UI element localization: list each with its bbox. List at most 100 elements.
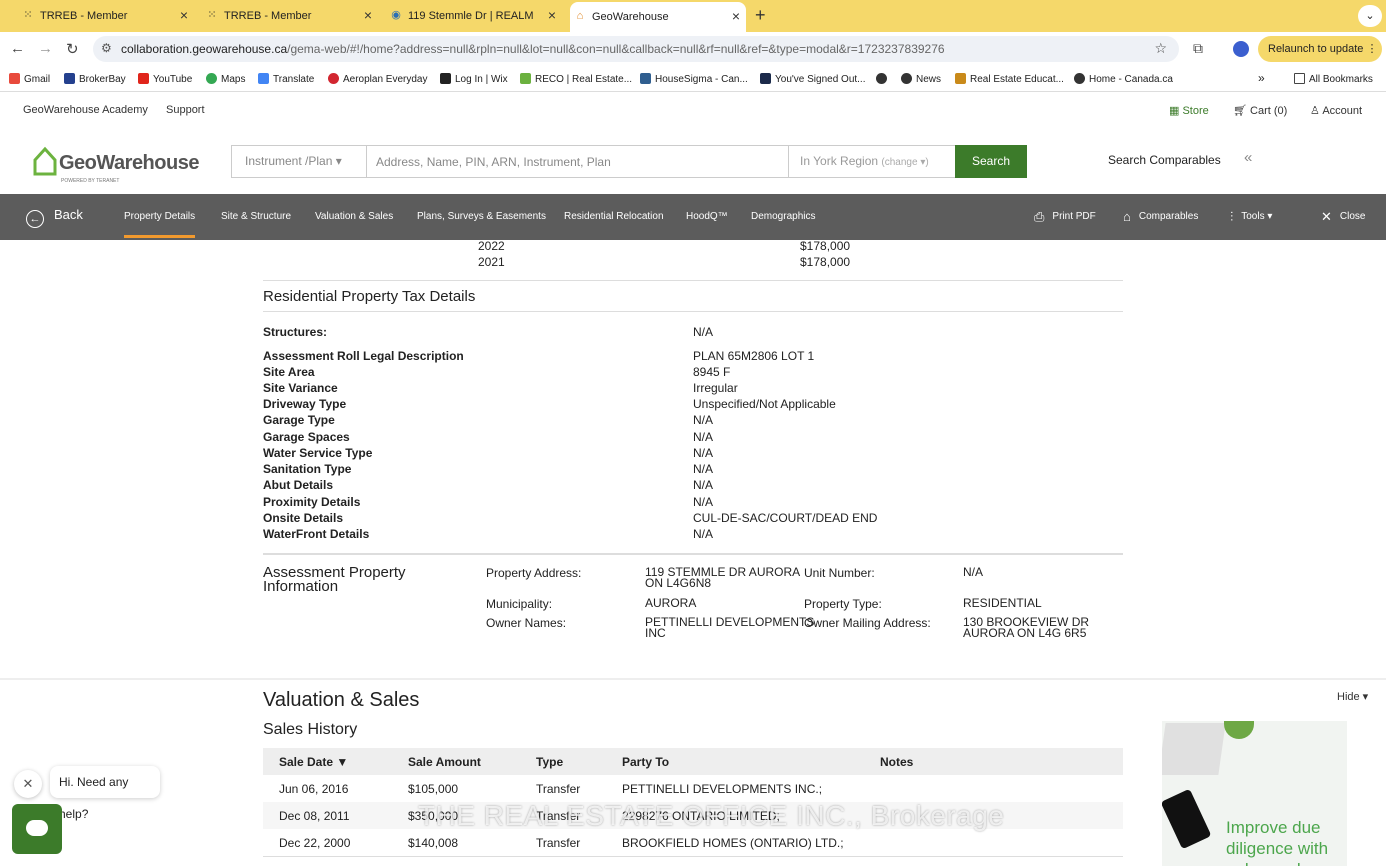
search-input[interactable] xyxy=(367,146,788,177)
valuation-sales-heading: Valuation & Sales xyxy=(263,689,420,711)
site-info-icon[interactable]: ⚙ xyxy=(101,41,112,55)
chat-prompt[interactable]: Hi. Need any help? xyxy=(50,766,160,821)
close-icon[interactable]: × xyxy=(364,7,372,23)
bookmark-globe[interactable] xyxy=(876,73,891,85)
comparables-button[interactable]: ⌂ Comparables xyxy=(1123,209,1198,224)
chat-launcher-button[interactable] xyxy=(12,804,62,854)
detail-value: N/A xyxy=(693,446,714,460)
detail-label: Onsite Details xyxy=(263,511,344,525)
bookmark-signed-out[interactable]: You've Signed Out... xyxy=(760,73,866,85)
globe-icon xyxy=(1074,73,1085,84)
notes-column-header[interactable]: Notes xyxy=(880,755,913,769)
bookmark-housesigma[interactable]: HouseSigma - Can... xyxy=(640,73,748,85)
search-type-dropdown[interactable]: Instrument /Plan ▾ xyxy=(232,146,367,177)
account-link[interactable]: ♙ Account xyxy=(1310,104,1362,117)
all-bookmarks[interactable]: All Bookmarks xyxy=(1294,73,1373,85)
url-field[interactable]: ⚙ collaboration.geowarehouse.ca/gema-web… xyxy=(93,36,1179,62)
browser-tab-active[interactable]: ⌂ GeoWarehouse × xyxy=(570,2,746,32)
back-button[interactable]: ← Back xyxy=(26,207,83,228)
bookmark-youtube[interactable]: YouTube xyxy=(138,73,192,85)
detail-label: Garage Spaces xyxy=(263,430,350,444)
relaunch-button[interactable]: Relaunch to update ⋮ xyxy=(1258,36,1382,62)
search-button[interactable]: Search xyxy=(955,145,1027,178)
promo-banner[interactable]: Improve duediligence withenhanced xyxy=(1162,721,1347,866)
detail-label: Sanitation Type xyxy=(263,462,352,476)
change-region-link[interactable]: (change ▾) xyxy=(881,157,928,168)
close-button[interactable]: ✕ Close xyxy=(1321,209,1365,225)
more-bookmarks-icon[interactable]: » xyxy=(1258,71,1265,85)
reload-icon[interactable]: ↻ xyxy=(66,40,79,58)
geowarehouse-logo[interactable]: GeoWarehouse POWERED BY TERANET xyxy=(33,146,199,186)
chat-icon xyxy=(26,820,48,836)
table-row[interactable]: Dec 22, 2000 $140,008 Transfer BROOKFIEL… xyxy=(263,829,1123,856)
tools-menu[interactable]: ⫶ Tools ▾ xyxy=(1230,209,1272,225)
tab-site-structure[interactable]: Site & Structure xyxy=(221,211,291,222)
bookmark-wix[interactable]: Log In | Wix xyxy=(440,73,508,85)
type-column-header[interactable]: Type xyxy=(536,755,563,769)
gmail-icon xyxy=(9,73,20,84)
table-row[interactable]: Dec 08, 2011 $350,000 Transfer 2298276 O… xyxy=(263,802,1123,829)
divider xyxy=(263,553,1123,555)
detail-value: CUL-DE-SAC/COURT/DEAD END xyxy=(693,511,878,525)
forward-arrow-icon[interactable]: → xyxy=(38,40,53,57)
tab-plans-surveys[interactable]: Plans, Surveys & Easements xyxy=(417,211,546,222)
region-selector[interactable]: In York Region (change ▾) xyxy=(788,146,955,177)
collapse-panel-icon[interactable]: « xyxy=(1244,149,1252,166)
academy-link[interactable]: GeoWarehouse Academy xyxy=(23,104,148,116)
divider xyxy=(263,280,1123,281)
tab-valuation-sales[interactable]: Valuation & Sales xyxy=(315,211,393,222)
support-link[interactable]: Support xyxy=(166,104,205,116)
tab-property-details[interactable]: Property Details xyxy=(124,211,196,238)
cart-link[interactable]: 🛒︎ Cart (0) xyxy=(1233,104,1287,117)
avatar[interactable] xyxy=(1233,41,1249,57)
print-pdf-button[interactable]: ⎙ Print PDF xyxy=(1034,209,1096,225)
bookmark-maps[interactable]: Maps xyxy=(206,73,245,85)
bookmark-news[interactable]: News xyxy=(901,73,941,85)
tab-hoodq[interactable]: HoodQ™ xyxy=(686,211,728,222)
bookmark-reco[interactable]: RECO | Real Estate... xyxy=(520,73,632,85)
logo-text: GeoWarehouse xyxy=(59,152,199,174)
tab-demographics[interactable]: Demographics xyxy=(751,211,815,222)
chevron-down-icon[interactable]: ⌄ xyxy=(1358,5,1382,27)
sale-date-column-header[interactable]: Sale Date ▼ xyxy=(279,755,348,769)
close-icon[interactable]: × xyxy=(548,7,556,23)
bookmark-canada[interactable]: Home - Canada.ca xyxy=(1074,73,1173,85)
browser-tab-strip: ⁙ TRREB - Member × ⁙ TRREB - Member × ◉ … xyxy=(0,0,1386,32)
bookmark-brokerbay[interactable]: BrokerBay xyxy=(64,73,126,85)
store-link[interactable]: ▦ Store xyxy=(1169,104,1209,117)
section-divider xyxy=(0,678,1386,680)
party-to: PETTINELLI DEVELOPMENTS INC.; xyxy=(622,782,823,796)
detail-value: 8945 F xyxy=(693,365,731,379)
browser-tab[interactable]: ⁙ TRREB - Member × xyxy=(202,4,378,28)
tab-residential-relocation[interactable]: Residential Relocation xyxy=(564,211,664,222)
bookmark-translate[interactable]: Translate xyxy=(258,73,314,85)
hide-section-toggle[interactable]: Hide ▾ xyxy=(1337,690,1368,703)
close-chat-icon[interactable]: ✕ xyxy=(14,770,42,798)
browser-tab[interactable]: ⁙ TRREB - Member × xyxy=(18,4,194,28)
detail-label: Site Variance xyxy=(263,381,338,395)
browser-tab[interactable]: ◉ 119 Stemmle Dr | REALM × xyxy=(386,4,562,28)
address-bar: ← → ↻ ⚙ collaboration.geowarehouse.ca/ge… xyxy=(0,32,1386,66)
owner-names-value: PETTINELLI DEVELOPMENTS INC xyxy=(645,615,815,640)
close-icon[interactable]: × xyxy=(732,8,740,24)
bookmark-real-estate-education[interactable]: Real Estate Educat... xyxy=(955,73,1064,85)
property-address-label: Property Address: xyxy=(486,566,582,580)
property-type-value: RESIDENTIAL xyxy=(963,596,1042,610)
search-comparables-link[interactable]: Search Comparables xyxy=(1108,153,1221,167)
new-tab-icon[interactable]: + xyxy=(755,5,766,26)
aeroplan-icon xyxy=(328,73,339,84)
sale-amount-column-header[interactable]: Sale Amount xyxy=(408,755,481,769)
sale-amount: $105,000 xyxy=(408,782,459,796)
back-arrow-icon[interactable]: ← xyxy=(10,40,25,57)
table-row[interactable]: Jun 06, 2016 $105,000 Transfer PETTINELL… xyxy=(263,775,1123,802)
party-to-column-header[interactable]: Party To xyxy=(622,755,669,769)
bookmark-gmail[interactable]: Gmail xyxy=(9,73,50,85)
bookmark-aeroplan[interactable]: Aeroplan Everyday xyxy=(328,73,428,85)
extensions-icon[interactable]: ⧉ xyxy=(1193,40,1203,57)
bookmark-star-icon[interactable]: ☆ xyxy=(1154,40,1167,57)
store-icon: ▦ xyxy=(1169,105,1183,117)
youtube-icon xyxy=(138,73,149,84)
url-text: collaboration.geowarehouse.ca/gema-web/#… xyxy=(121,42,945,56)
caret-down-icon: ▾ xyxy=(335,154,342,168)
close-icon[interactable]: × xyxy=(180,7,188,23)
